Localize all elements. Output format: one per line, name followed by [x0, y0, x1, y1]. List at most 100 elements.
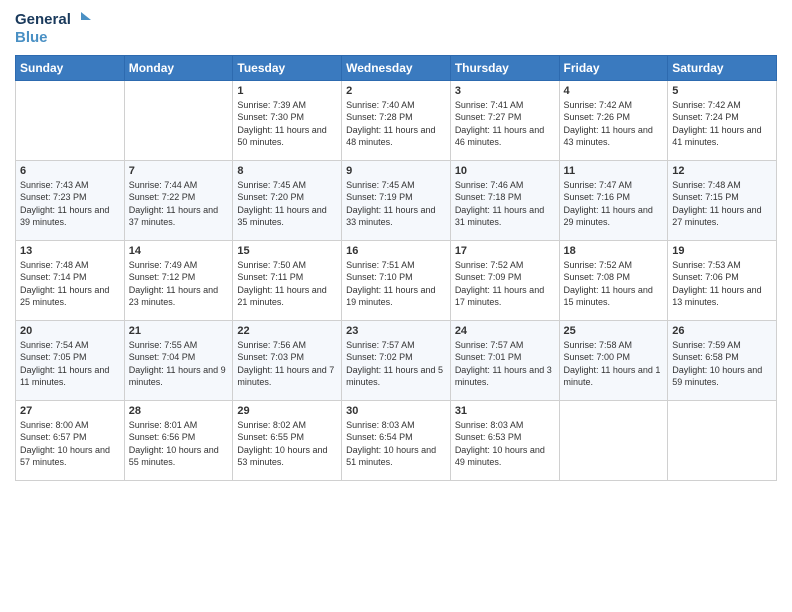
- sunrise-text: Sunrise: 7:57 AM: [455, 339, 555, 352]
- sunset-text: Sunset: 6:57 PM: [20, 431, 120, 444]
- sunrise-text: Sunrise: 7:42 AM: [564, 99, 664, 112]
- daylight-text: Daylight: 11 hours and 35 minutes.: [237, 204, 337, 229]
- sunrise-text: Sunrise: 7:49 AM: [129, 259, 229, 272]
- sunrise-text: Sunrise: 8:03 AM: [455, 419, 555, 432]
- calendar-table: SundayMondayTuesdayWednesdayThursdayFrid…: [15, 55, 777, 481]
- daylight-text: Daylight: 11 hours and 1 minute.: [564, 364, 664, 389]
- day-info: Sunrise: 7:40 AM Sunset: 7:28 PM Dayligh…: [346, 99, 446, 149]
- daylight-text: Daylight: 11 hours and 11 minutes.: [20, 364, 120, 389]
- day-info: Sunrise: 7:46 AM Sunset: 7:18 PM Dayligh…: [455, 179, 555, 229]
- sunset-text: Sunset: 7:14 PM: [20, 271, 120, 284]
- day-number: 6: [20, 165, 120, 177]
- day-info: Sunrise: 7:51 AM Sunset: 7:10 PM Dayligh…: [346, 259, 446, 309]
- sunset-text: Sunset: 7:10 PM: [346, 271, 446, 284]
- calendar-cell: 6 Sunrise: 7:43 AM Sunset: 7:23 PM Dayli…: [16, 160, 125, 240]
- calendar-cell: 5 Sunrise: 7:42 AM Sunset: 7:24 PM Dayli…: [668, 80, 777, 160]
- calendar-cell: 11 Sunrise: 7:47 AM Sunset: 7:16 PM Dayl…: [559, 160, 668, 240]
- weekday-header-row: SundayMondayTuesdayWednesdayThursdayFrid…: [16, 55, 777, 80]
- day-info: Sunrise: 7:39 AM Sunset: 7:30 PM Dayligh…: [237, 99, 337, 149]
- daylight-text: Daylight: 11 hours and 37 minutes.: [129, 204, 229, 229]
- sunset-text: Sunset: 7:26 PM: [564, 111, 664, 124]
- daylight-text: Daylight: 11 hours and 9 minutes.: [129, 364, 229, 389]
- day-info: Sunrise: 7:45 AM Sunset: 7:20 PM Dayligh…: [237, 179, 337, 229]
- day-info: Sunrise: 7:41 AM Sunset: 7:27 PM Dayligh…: [455, 99, 555, 149]
- sunrise-text: Sunrise: 7:48 AM: [20, 259, 120, 272]
- daylight-text: Daylight: 11 hours and 27 minutes.: [672, 204, 772, 229]
- day-number: 5: [672, 85, 772, 97]
- daylight-text: Daylight: 11 hours and 3 minutes.: [455, 364, 555, 389]
- sunrise-text: Sunrise: 7:58 AM: [564, 339, 664, 352]
- daylight-text: Daylight: 11 hours and 31 minutes.: [455, 204, 555, 229]
- week-row-3: 13 Sunrise: 7:48 AM Sunset: 7:14 PM Dayl…: [16, 240, 777, 320]
- sunset-text: Sunset: 7:28 PM: [346, 111, 446, 124]
- daylight-text: Daylight: 11 hours and 7 minutes.: [237, 364, 337, 389]
- sunrise-text: Sunrise: 7:54 AM: [20, 339, 120, 352]
- day-info: Sunrise: 7:50 AM Sunset: 7:11 PM Dayligh…: [237, 259, 337, 309]
- sunset-text: Sunset: 6:55 PM: [237, 431, 337, 444]
- day-info: Sunrise: 7:43 AM Sunset: 7:23 PM Dayligh…: [20, 179, 120, 229]
- calendar-cell: 12 Sunrise: 7:48 AM Sunset: 7:15 PM Dayl…: [668, 160, 777, 240]
- sunrise-text: Sunrise: 8:02 AM: [237, 419, 337, 432]
- calendar-cell: 15 Sunrise: 7:50 AM Sunset: 7:11 PM Dayl…: [233, 240, 342, 320]
- day-number: 25: [564, 325, 664, 337]
- day-number: 13: [20, 245, 120, 257]
- sunset-text: Sunset: 7:05 PM: [20, 351, 120, 364]
- daylight-text: Daylight: 11 hours and 21 minutes.: [237, 284, 337, 309]
- day-info: Sunrise: 8:03 AM Sunset: 6:53 PM Dayligh…: [455, 419, 555, 469]
- day-number: 11: [564, 165, 664, 177]
- calendar-cell: 24 Sunrise: 7:57 AM Sunset: 7:01 PM Dayl…: [450, 320, 559, 400]
- daylight-text: Daylight: 11 hours and 15 minutes.: [564, 284, 664, 309]
- sunrise-text: Sunrise: 7:47 AM: [564, 179, 664, 192]
- daylight-text: Daylight: 11 hours and 29 minutes.: [564, 204, 664, 229]
- calendar-cell: 21 Sunrise: 7:55 AM Sunset: 7:04 PM Dayl…: [124, 320, 233, 400]
- weekday-header-monday: Monday: [124, 55, 233, 80]
- sunrise-text: Sunrise: 7:45 AM: [346, 179, 446, 192]
- calendar-cell: 31 Sunrise: 8:03 AM Sunset: 6:53 PM Dayl…: [450, 400, 559, 480]
- calendar-cell: 2 Sunrise: 7:40 AM Sunset: 7:28 PM Dayli…: [342, 80, 451, 160]
- calendar-cell: 17 Sunrise: 7:52 AM Sunset: 7:09 PM Dayl…: [450, 240, 559, 320]
- logo-general: General: [15, 12, 71, 29]
- day-info: Sunrise: 7:42 AM Sunset: 7:26 PM Dayligh…: [564, 99, 664, 149]
- day-number: 24: [455, 325, 555, 337]
- calendar-cell: 1 Sunrise: 7:39 AM Sunset: 7:30 PM Dayli…: [233, 80, 342, 160]
- calendar-cell: 22 Sunrise: 7:56 AM Sunset: 7:03 PM Dayl…: [233, 320, 342, 400]
- sunrise-text: Sunrise: 7:45 AM: [237, 179, 337, 192]
- day-info: Sunrise: 7:45 AM Sunset: 7:19 PM Dayligh…: [346, 179, 446, 229]
- day-number: 14: [129, 245, 229, 257]
- day-number: 26: [672, 325, 772, 337]
- day-number: 22: [237, 325, 337, 337]
- sunset-text: Sunset: 6:54 PM: [346, 431, 446, 444]
- sunrise-text: Sunrise: 7:42 AM: [672, 99, 772, 112]
- calendar-cell: 18 Sunrise: 7:52 AM Sunset: 7:08 PM Dayl…: [559, 240, 668, 320]
- day-number: 29: [237, 405, 337, 417]
- day-info: Sunrise: 7:53 AM Sunset: 7:06 PM Dayligh…: [672, 259, 772, 309]
- sunset-text: Sunset: 6:53 PM: [455, 431, 555, 444]
- daylight-text: Daylight: 10 hours and 55 minutes.: [129, 444, 229, 469]
- sunset-text: Sunset: 7:12 PM: [129, 271, 229, 284]
- sunset-text: Sunset: 6:56 PM: [129, 431, 229, 444]
- sunset-text: Sunset: 7:00 PM: [564, 351, 664, 364]
- page: General Blue SundayMondayTuesdayWednesda…: [0, 0, 792, 612]
- week-row-1: 1 Sunrise: 7:39 AM Sunset: 7:30 PM Dayli…: [16, 80, 777, 160]
- day-info: Sunrise: 7:57 AM Sunset: 7:01 PM Dayligh…: [455, 339, 555, 389]
- logo-blue: Blue: [15, 30, 93, 47]
- day-number: 3: [455, 85, 555, 97]
- calendar-cell: 28 Sunrise: 8:01 AM Sunset: 6:56 PM Dayl…: [124, 400, 233, 480]
- day-info: Sunrise: 8:00 AM Sunset: 6:57 PM Dayligh…: [20, 419, 120, 469]
- daylight-text: Daylight: 11 hours and 19 minutes.: [346, 284, 446, 309]
- sunrise-text: Sunrise: 7:52 AM: [455, 259, 555, 272]
- weekday-header-wednesday: Wednesday: [342, 55, 451, 80]
- sunset-text: Sunset: 7:03 PM: [237, 351, 337, 364]
- sunset-text: Sunset: 7:01 PM: [455, 351, 555, 364]
- day-info: Sunrise: 8:01 AM Sunset: 6:56 PM Dayligh…: [129, 419, 229, 469]
- sunset-text: Sunset: 7:27 PM: [455, 111, 555, 124]
- day-info: Sunrise: 8:02 AM Sunset: 6:55 PM Dayligh…: [237, 419, 337, 469]
- weekday-header-saturday: Saturday: [668, 55, 777, 80]
- daylight-text: Daylight: 10 hours and 51 minutes.: [346, 444, 446, 469]
- week-row-5: 27 Sunrise: 8:00 AM Sunset: 6:57 PM Dayl…: [16, 400, 777, 480]
- week-row-2: 6 Sunrise: 7:43 AM Sunset: 7:23 PM Dayli…: [16, 160, 777, 240]
- sunrise-text: Sunrise: 7:40 AM: [346, 99, 446, 112]
- day-number: 20: [20, 325, 120, 337]
- day-info: Sunrise: 7:57 AM Sunset: 7:02 PM Dayligh…: [346, 339, 446, 389]
- weekday-header-tuesday: Tuesday: [233, 55, 342, 80]
